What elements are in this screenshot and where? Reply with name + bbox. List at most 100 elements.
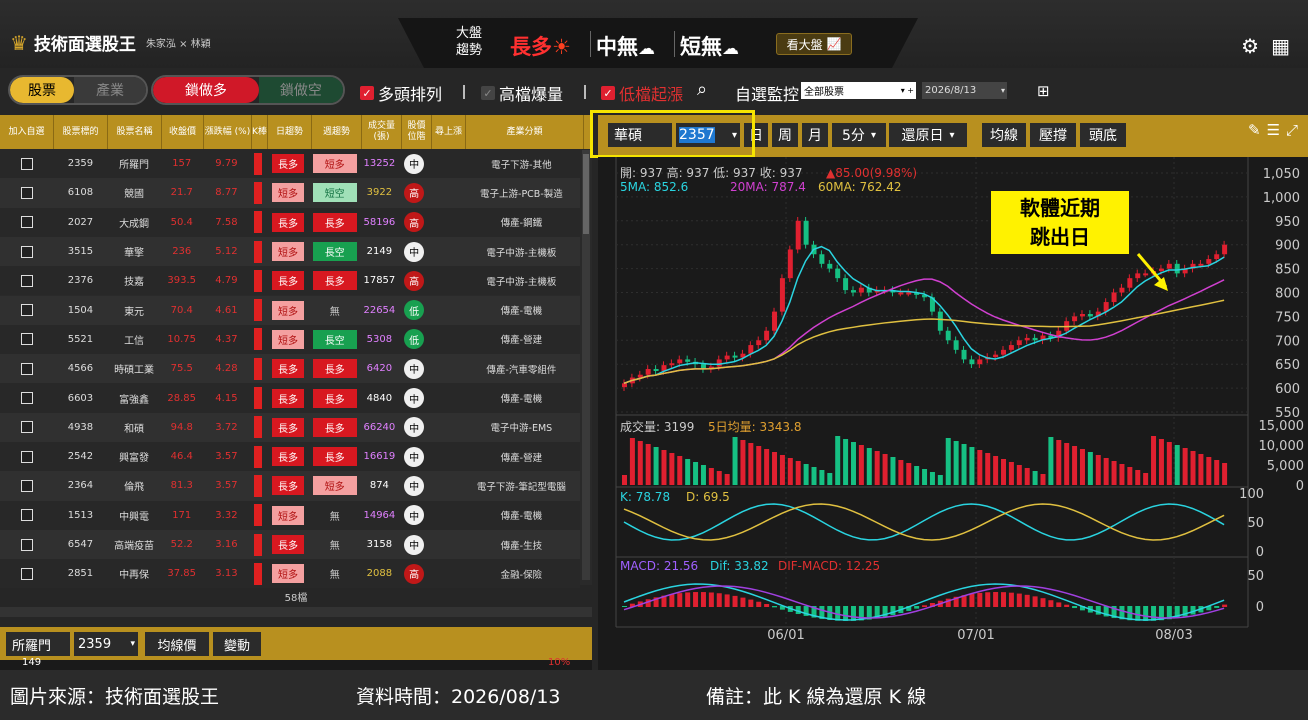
checkbox[interactable] bbox=[20, 216, 33, 229]
stock-name[interactable]: 和碩 bbox=[107, 413, 161, 442]
column-header[interactable]: 收盤價 bbox=[162, 115, 204, 149]
tab-stock[interactable]: 股票 bbox=[10, 77, 74, 103]
filter-multi[interactable]: ✓ 多頭排列 bbox=[360, 81, 442, 105]
checkbox[interactable] bbox=[20, 362, 33, 375]
bottom-stock-code[interactable]: 2359 ▾ bbox=[74, 632, 138, 656]
table-row[interactable]: 3515 華擎 236 5.12 短多 長空 2149 中 電子中游-主機板 bbox=[0, 236, 580, 267]
ma-button[interactable]: 均線 bbox=[982, 123, 1026, 147]
period-month[interactable]: 月 bbox=[802, 123, 828, 147]
stock-name[interactable]: 興富發 bbox=[107, 442, 161, 471]
volume-bar bbox=[953, 441, 959, 485]
add-watch-cell[interactable] bbox=[0, 471, 54, 500]
tab-lock-short[interactable]: 鎖做空 bbox=[258, 77, 343, 103]
add-watch-cell[interactable] bbox=[0, 530, 54, 559]
add-watch-cell[interactable] bbox=[0, 383, 54, 412]
add-watch-cell[interactable] bbox=[0, 413, 54, 442]
column-header[interactable]: 週趨勢 bbox=[312, 115, 362, 149]
checkbox[interactable] bbox=[20, 479, 33, 492]
table-row[interactable]: 6603 富強鑫 28.85 4.15 長多 長多 4840 中 傳產-電機 bbox=[0, 383, 580, 413]
checkbox[interactable] bbox=[20, 421, 33, 434]
table-icon[interactable]: ⊞ bbox=[1037, 82, 1050, 100]
table-row[interactable]: 2376 技嘉 393.5 4.79 長多 長多 17857 高 電子中游-主機板 bbox=[0, 266, 580, 296]
stock-name[interactable]: 中興電 bbox=[107, 501, 161, 530]
change-button[interactable]: 變動 bbox=[213, 632, 261, 656]
table-scrollbar[interactable] bbox=[582, 150, 590, 580]
filter-low-rise[interactable]: ✓ 低檔起漲 bbox=[601, 81, 683, 105]
period-week[interactable]: 周 bbox=[772, 123, 798, 147]
checkbox[interactable] bbox=[20, 567, 33, 580]
date-select[interactable]: 2026/8/13 ▾ bbox=[922, 82, 1007, 99]
checkbox[interactable] bbox=[20, 186, 33, 199]
table-row[interactable]: 4938 和碩 94.8 3.72 長多 長多 66240 中 電子中游-EMS bbox=[0, 412, 580, 442]
column-header[interactable]: 漲跌幅 (%) bbox=[204, 115, 252, 149]
table-row[interactable]: 2364 倫飛 81.3 3.57 長多 短多 874 中 電子下游-筆記型電腦 bbox=[0, 471, 580, 501]
grid-icon[interactable]: ▦ bbox=[1271, 34, 1290, 58]
view-market-button[interactable]: 看大盤 📈 bbox=[776, 33, 852, 55]
table-row[interactable]: 2359 所羅門 157 9.79 長多 短多 13252 中 電子下游-其他 bbox=[0, 149, 580, 179]
search-icon[interactable]: ⌕ bbox=[697, 79, 707, 100]
sliders-icon[interactable]: ☰ bbox=[1267, 121, 1286, 139]
checkbox[interactable] bbox=[20, 245, 33, 258]
column-header[interactable]: K棒 bbox=[252, 115, 268, 149]
head-bottom-button[interactable]: 頭底 bbox=[1080, 123, 1126, 147]
add-watch-cell[interactable] bbox=[0, 208, 54, 237]
stock-name[interactable]: 技嘉 bbox=[107, 266, 161, 295]
stock-name[interactable]: 東元 bbox=[107, 296, 161, 325]
filter-high-vol[interactable]: ✓ 高檔爆量 bbox=[481, 81, 563, 105]
pressure-button[interactable]: 壓撐 bbox=[1030, 123, 1076, 147]
column-header[interactable]: 成交量 (張) bbox=[362, 115, 402, 149]
table-row[interactable]: 6108 競國 21.7 8.77 短多 短空 3922 高 電子上游-PCB-製造 bbox=[0, 178, 580, 208]
checkbox[interactable] bbox=[20, 538, 33, 551]
checkbox[interactable] bbox=[20, 392, 33, 405]
table-row[interactable]: 2542 興富發 46.4 3.57 長多 長多 16619 中 傳產-營建 bbox=[0, 442, 580, 472]
horizontal-scrollbar[interactable] bbox=[0, 607, 592, 617]
add-watch-cell[interactable] bbox=[0, 325, 54, 354]
stock-name[interactable]: 工信 bbox=[107, 325, 161, 354]
checkbox[interactable] bbox=[20, 304, 33, 317]
stock-name[interactable]: 所羅門 bbox=[107, 149, 161, 178]
table-row[interactable]: 1513 中興電 171 3.32 短多 無 14964 中 傳產-電機 bbox=[0, 500, 580, 530]
table-row[interactable]: 5521 工信 10.75 4.37 短多 長空 5308 低 傳產-營建 bbox=[0, 324, 580, 355]
checkbox[interactable] bbox=[20, 509, 33, 522]
bottom-stock-name[interactable]: 所羅門 bbox=[6, 632, 70, 656]
stock-name[interactable]: 時碩工業 bbox=[107, 354, 161, 383]
tab-lock-long[interactable]: 鎖做多 bbox=[153, 77, 259, 103]
add-watch-cell[interactable] bbox=[0, 354, 54, 383]
gear-icon[interactable]: ⚙ bbox=[1241, 34, 1259, 58]
column-header[interactable]: 股票名稱 bbox=[108, 115, 162, 149]
add-watch-cell[interactable] bbox=[0, 178, 54, 207]
stock-name[interactable]: 富強鑫 bbox=[107, 383, 161, 412]
checkbox[interactable] bbox=[20, 274, 33, 287]
stock-name[interactable]: 華擎 bbox=[107, 237, 161, 266]
column-header[interactable]: 日趨勢 bbox=[268, 115, 312, 149]
stock-name[interactable]: 高端疫苗 bbox=[107, 530, 161, 559]
column-header[interactable]: 加入自選 bbox=[0, 115, 54, 149]
tab-industry[interactable]: 產業 bbox=[74, 77, 146, 103]
add-watch-cell[interactable] bbox=[0, 149, 54, 178]
checkbox[interactable] bbox=[20, 450, 33, 463]
table-row[interactable]: 2027 大成鋼 50.4 7.58 長多 長多 58196 高 傳產-鋼鐵 bbox=[0, 207, 580, 237]
stock-name[interactable]: 倫飛 bbox=[107, 471, 161, 500]
stock-name[interactable]: 大成鋼 bbox=[107, 208, 161, 237]
table-row[interactable]: 6547 高端疫苗 52.2 3.16 長多 無 3158 中 傳產-生技 bbox=[0, 529, 580, 560]
column-header[interactable]: 產業分類 bbox=[466, 115, 584, 149]
expand-icon[interactable]: ⤢ bbox=[1286, 121, 1304, 139]
add-watch-cell[interactable] bbox=[0, 266, 54, 295]
pen-icon[interactable]: ✎ bbox=[1248, 121, 1267, 139]
column-header[interactable]: 股價 位階 bbox=[402, 115, 432, 149]
column-header[interactable]: 股票標的 bbox=[54, 115, 108, 149]
add-watch-cell[interactable] bbox=[0, 442, 54, 471]
checkbox[interactable] bbox=[20, 157, 33, 170]
column-header[interactable]: 尋上漲 bbox=[432, 115, 466, 149]
table-row[interactable]: 1504 東元 70.4 4.61 短多 無 22654 低 傳產-電機 bbox=[0, 295, 580, 325]
checkbox[interactable] bbox=[20, 333, 33, 346]
add-watch-cell[interactable] bbox=[0, 237, 54, 266]
restore-select[interactable]: 還原日 ▾ bbox=[889, 123, 967, 147]
stock-name[interactable]: 競國 bbox=[107, 178, 161, 207]
add-watch-cell[interactable] bbox=[0, 501, 54, 530]
period-minute[interactable]: 5分 ▾ bbox=[832, 123, 886, 147]
add-watch-cell[interactable] bbox=[0, 296, 54, 325]
watch-select[interactable]: 全部股票 ▾ + bbox=[801, 82, 916, 99]
table-row[interactable]: 4566 時碩工業 75.5 4.28 長多 長多 6420 中 傳產-汽車零組件 bbox=[0, 354, 580, 384]
ma-price-button[interactable]: 均線價 bbox=[145, 632, 209, 656]
